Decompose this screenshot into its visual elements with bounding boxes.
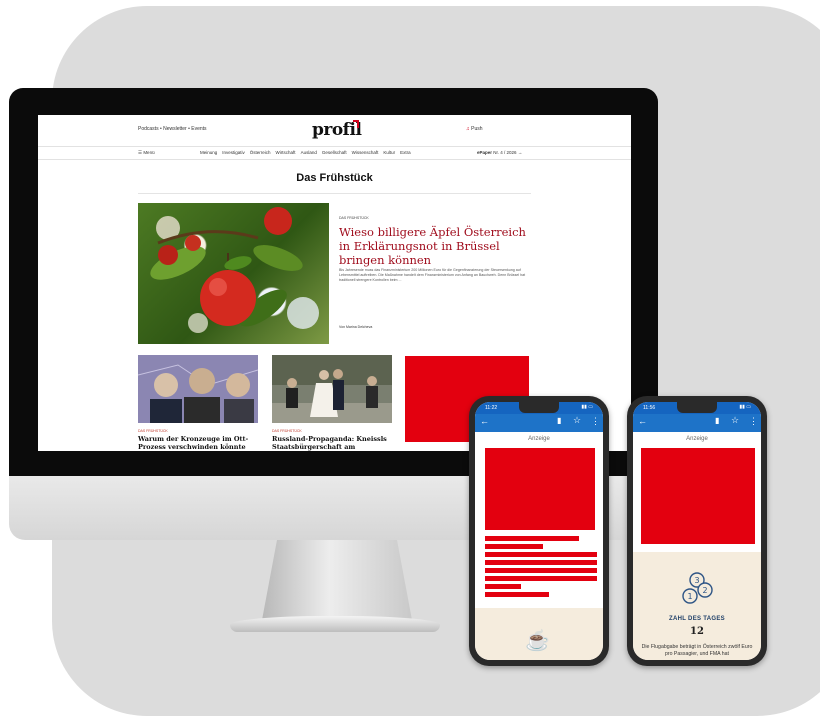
hero-teaser: Bis Jahresende muss das Finanzministeriu… [339, 268, 526, 283]
redaction-bar [485, 576, 597, 581]
back-arrow-icon[interactable]: ← [638, 416, 647, 426]
phone-notch [519, 402, 559, 413]
svg-text:1: 1 [687, 592, 692, 601]
phone-left: 11:22 ▮▮ ▭ ← ▮ ☆ ⋮ Anzeige ☕ [469, 396, 609, 666]
number-text: Die Flugabgabe beträgt in Österreich zwö… [641, 644, 753, 657]
app-bar: ← ▮ ☆ ⋮ [475, 414, 603, 432]
redaction-bar [485, 560, 597, 565]
site-header: Podcasts • Newsletter • Events profil ♫ … [38, 115, 631, 145]
number-value: 12 [690, 626, 704, 637]
nav-item[interactable]: Kultur [383, 150, 395, 155]
main-nav: ☰ Menü Meinung Investigativ Österreich W… [38, 146, 631, 160]
hero-author[interactable]: Von Marina Delcheva [339, 325, 372, 329]
redacted-text-block [485, 536, 601, 600]
star-icon[interactable]: ☆ [573, 415, 581, 426]
hero-kicker: DAS FRÜHSTÜCK [339, 216, 369, 220]
arrow-right-icon: → [517, 150, 523, 155]
phone-left-screen: 11:22 ▮▮ ▭ ← ▮ ☆ ⋮ Anzeige ☕ [475, 402, 603, 660]
nav-items: Meinung Investigativ Österreich Wirtscha… [200, 150, 411, 155]
epaper-link[interactable]: ePaper Nr. 4 / 2026 → [477, 150, 522, 155]
nav-item[interactable]: Wirtschaft [276, 150, 296, 155]
hero-headline[interactable]: Wieso billigere Äpfel Österreich in Erkl… [339, 225, 529, 267]
card-kicker: DAS FRÜHSTÜCK [138, 429, 168, 433]
phone-notch [677, 402, 717, 413]
app-bar: ← ▮ ☆ ⋮ [633, 414, 761, 432]
hamburger-icon: ☰ [138, 150, 143, 155]
menu-button[interactable]: ☰ Menü [138, 150, 155, 156]
breakfast-section: ☕ [475, 608, 603, 660]
document-icon[interactable]: ▮ [557, 416, 561, 425]
card-image-portraits[interactable] [138, 355, 258, 423]
phone-right: 11:56 ▮▮ ▭ ← ▮ ☆ ⋮ Anzeige 3 2 1 ZAHL DE… [627, 396, 767, 666]
redaction-bar [485, 592, 549, 597]
section-divider [138, 193, 531, 194]
section-title: Das Frühstück [296, 172, 373, 184]
back-arrow-icon[interactable]: ← [480, 416, 489, 426]
star-icon[interactable]: ☆ [731, 415, 739, 426]
epaper-label: ePaper [477, 150, 493, 155]
nav-item[interactable]: Ausland [301, 150, 317, 155]
nav-item[interactable]: Österreich [250, 150, 271, 155]
push-label: Push [471, 126, 483, 132]
nav-item[interactable]: Gesellschaft [322, 150, 347, 155]
ad-block[interactable] [641, 448, 755, 544]
card-kicker: DAS FRÜHSTÜCK [272, 429, 302, 433]
card-title[interactable]: Russland-Propaganda: Kneissls Staatsbürg… [272, 435, 392, 451]
svg-text:2: 2 [702, 586, 707, 595]
svg-text:3: 3 [694, 576, 699, 585]
document-icon[interactable]: ▮ [715, 416, 719, 425]
speech-bubbles-icon: 3 2 1 [682, 572, 713, 604]
dance-illustration [272, 355, 392, 423]
monitor-stand-base [230, 616, 440, 632]
more-icon[interactable]: ⋮ [749, 416, 758, 427]
push-button[interactable]: ♫ Push [466, 126, 483, 132]
card-title[interactable]: Warum der Kronzeuge im Ott-Prozess versc… [138, 435, 258, 451]
epaper-issue: Nr. 4 / 2026 [493, 150, 517, 155]
card-image-dance[interactable] [272, 355, 392, 423]
logo-accent-icon [353, 120, 359, 128]
battery-icon: ▮▮ ▭ [739, 404, 751, 410]
nav-item[interactable]: Wissenschaft [352, 150, 379, 155]
redaction-bar [485, 552, 597, 557]
ad-label: Anzeige [528, 436, 550, 442]
portraits-illustration [138, 355, 258, 423]
menu-label: Menü [143, 150, 155, 155]
apple-illustration [150, 207, 319, 333]
redaction-bar [485, 584, 521, 589]
redaction-bar [485, 536, 579, 541]
number-of-the-day-section: 3 2 1 ZAHL DES TAGES 12 Die Flugabgabe b… [633, 552, 761, 660]
ad-label: Anzeige [686, 436, 708, 442]
redaction-bar [485, 568, 597, 573]
redaction-bar [485, 544, 543, 549]
phone-right-screen: 11:56 ▮▮ ▭ ← ▮ ☆ ⋮ Anzeige 3 2 1 ZAHL DE… [633, 402, 761, 660]
article-card[interactable]: DAS FRÜHSTÜCK Warum der Kronzeuge im Ott… [138, 355, 258, 451]
hero-apple-image[interactable] [138, 203, 329, 344]
number-label: ZAHL DES TAGES [669, 616, 725, 622]
battery-icon: ▮▮ ▭ [581, 404, 593, 410]
bell-icon: ♫ [466, 126, 470, 132]
article-card[interactable]: DAS FRÜHSTÜCK Russland-Propaganda: Kneis… [272, 355, 392, 451]
more-icon[interactable]: ⋮ [591, 416, 600, 427]
ad-block[interactable] [485, 448, 595, 530]
nav-item[interactable]: Meinung [200, 150, 217, 155]
coffee-cup-icon: ☕ [525, 630, 550, 652]
status-time: 11:56 [643, 405, 656, 411]
monitor-stand [262, 540, 412, 620]
top-links[interactable]: Podcasts • Newsletter • Events [138, 126, 207, 132]
nav-item[interactable]: Extra [400, 150, 411, 155]
status-time: 11:22 [485, 405, 498, 411]
nav-item[interactable]: Investigativ [222, 150, 245, 155]
